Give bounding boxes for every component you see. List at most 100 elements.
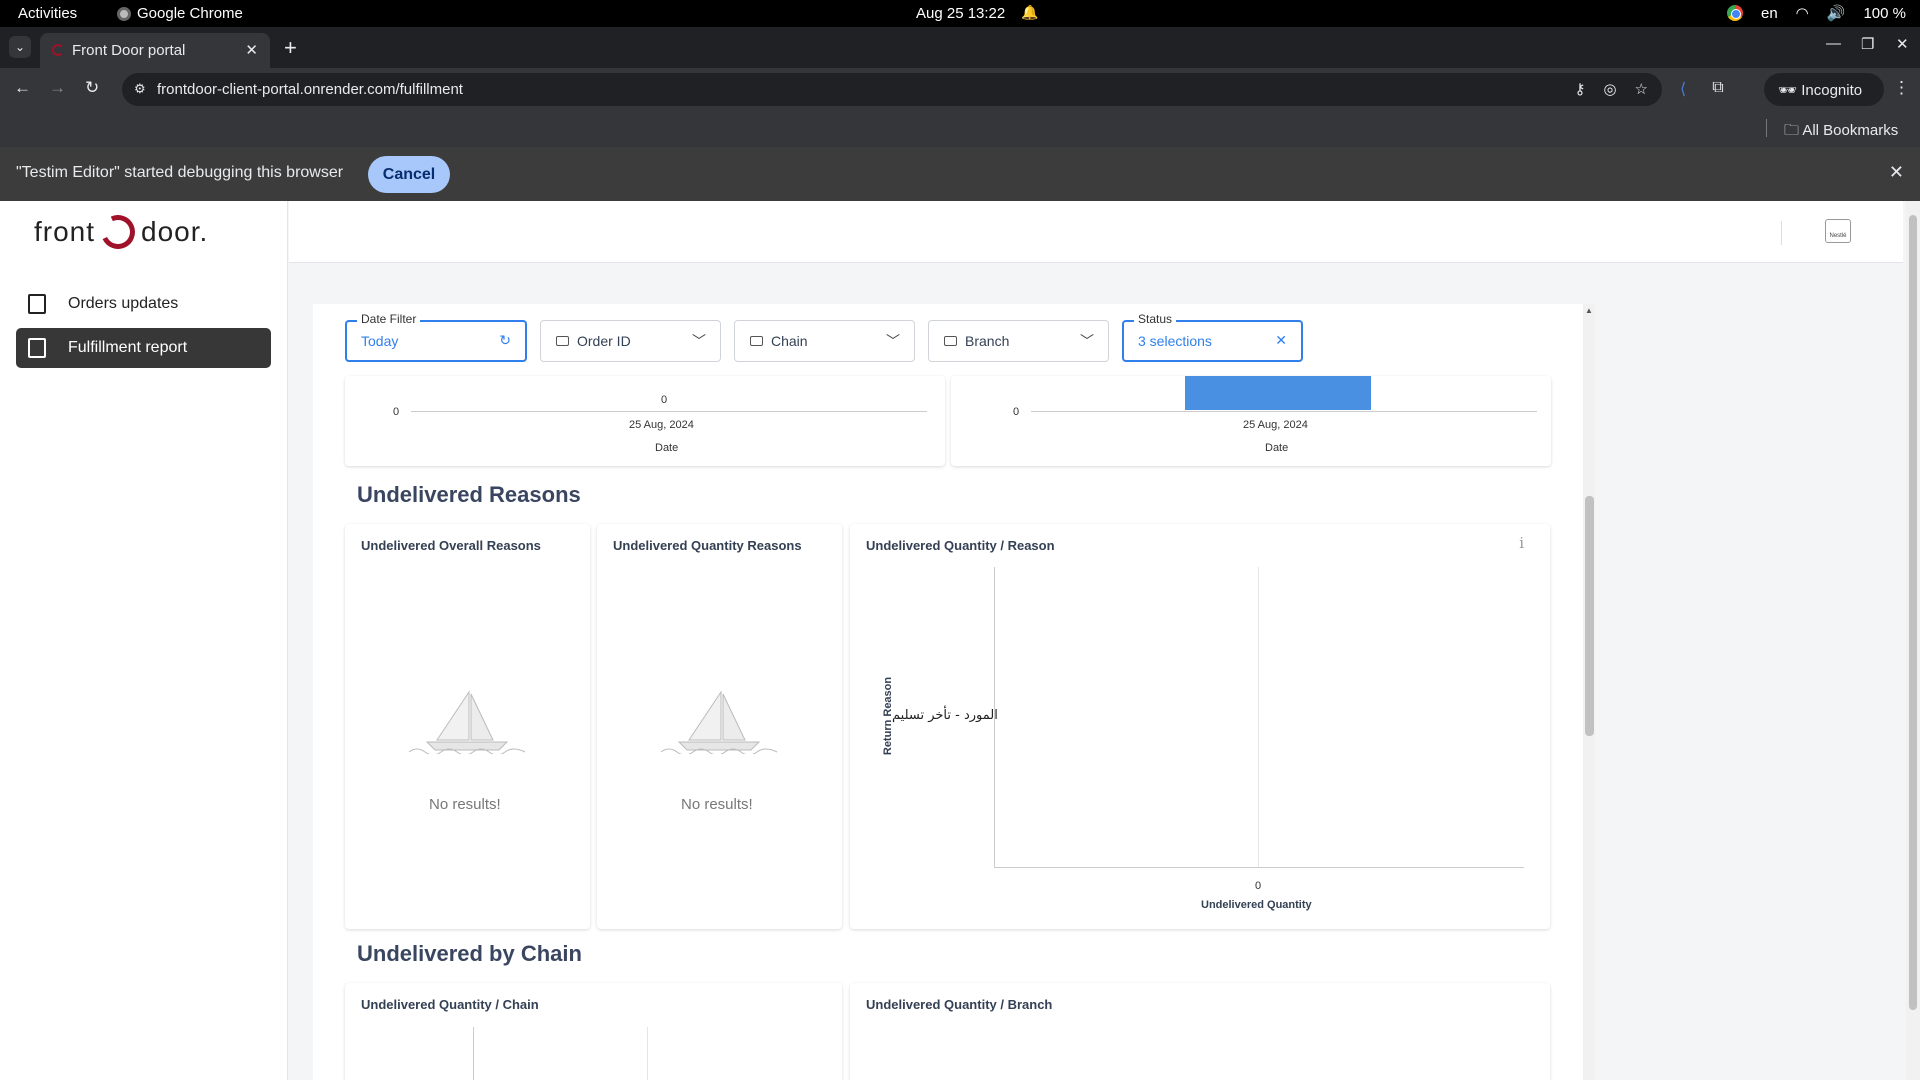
folder-icon: 🗀 bbox=[1784, 122, 1803, 139]
card-title: Undelivered Quantity / Reason bbox=[866, 538, 1055, 553]
site-info-icon[interactable]: ⚙ bbox=[134, 81, 146, 97]
data-label: 0 bbox=[661, 394, 668, 406]
x-tick: 25 Aug, 2024 bbox=[1243, 419, 1308, 431]
info-icon[interactable]: i bbox=[1519, 534, 1524, 552]
scroll-up-icon[interactable]: ▲ bbox=[1585, 306, 1593, 315]
extension-icon[interactable]: ⟨ bbox=[1680, 79, 1686, 99]
incognito-label: Incognito bbox=[1801, 82, 1863, 99]
tab-front-door[interactable]: Front Door portal ✕ bbox=[40, 33, 270, 68]
tab-strip: ⌄ Front Door portal ✕ + — ❐ ✕ bbox=[0, 27, 1920, 68]
back-icon[interactable]: ← bbox=[14, 78, 31, 98]
axis-line bbox=[411, 411, 927, 412]
system-tray[interactable]: en ◠ 🔊 100 % bbox=[1726, 4, 1906, 22]
chrome-status-icon bbox=[1726, 5, 1743, 21]
logo-mark-icon bbox=[96, 210, 140, 254]
tag-icon bbox=[556, 336, 569, 346]
sidebar: front door. Orders updates Fulfillment r… bbox=[0, 201, 288, 1080]
chart-bar[interactable] bbox=[1185, 376, 1371, 410]
card-quantity-reasons: Undelivered Quantity Reasons No results! bbox=[597, 524, 842, 929]
page-scrollbar[interactable] bbox=[1906, 201, 1920, 1080]
volume-icon: 🔊 bbox=[1826, 5, 1846, 22]
debugging-infobar: "Testim Editor" started debugging this b… bbox=[0, 147, 1920, 201]
forward-icon[interactable]: → bbox=[49, 78, 66, 98]
extensions-puzzle-icon[interactable]: ⧉ bbox=[1712, 79, 1723, 99]
bookmarks-separator bbox=[1766, 119, 1767, 137]
clock[interactable]: Aug 25 13:22 bbox=[916, 5, 1005, 22]
empty-state-text: No results! bbox=[429, 796, 501, 813]
infobar-close-icon[interactable]: ✕ bbox=[1889, 162, 1904, 183]
brand-logo-text: Nestlé bbox=[1829, 233, 1847, 239]
y-axis-line bbox=[473, 1027, 474, 1080]
front-door-logo[interactable]: front door. bbox=[34, 210, 209, 254]
address-bar[interactable]: ⚙ frontdoor-client-portal.onrender.com/f… bbox=[122, 73, 1662, 106]
x-axis-label: Date bbox=[1265, 442, 1289, 454]
sidebar-item-label: Orders updates bbox=[68, 295, 179, 312]
incognito-indicator[interactable]: 🕶 Incognito bbox=[1764, 73, 1884, 106]
clear-icon[interactable]: ✕ bbox=[1275, 332, 1287, 349]
order-id-filter[interactable]: Order ID ﹀ bbox=[540, 320, 721, 362]
sidebar-item-orders-updates[interactable]: Orders updates bbox=[16, 284, 271, 324]
card-title: Undelivered Quantity / Branch bbox=[866, 997, 1053, 1012]
chain-filter[interactable]: Chain ﹀ bbox=[734, 320, 915, 362]
date-filter[interactable]: Date Filter Today ↻ bbox=[345, 312, 527, 362]
activities-button[interactable]: Activities bbox=[18, 5, 77, 22]
empty-state-text: No results! bbox=[681, 796, 753, 813]
bookmark-star-icon[interactable]: ☆ bbox=[1635, 80, 1648, 98]
order-id-label: Order ID bbox=[577, 333, 631, 349]
wifi-icon: ◠ bbox=[1795, 5, 1809, 22]
sidebar-item-label: Fulfillment report bbox=[68, 339, 188, 356]
page-viewport: front door. Orders updates Fulfillment r… bbox=[0, 201, 1920, 1080]
y-tick: 0 bbox=[1013, 406, 1020, 418]
card-title: Undelivered Quantity Reasons bbox=[613, 538, 802, 553]
status-filter[interactable]: Status 3 selections ✕ bbox=[1122, 312, 1303, 362]
card-title: Undelivered Quantity / Chain bbox=[361, 997, 539, 1012]
bookmarks-bar: 🗀 All Bookmarks bbox=[0, 111, 1920, 147]
page-scrollbar-thumb[interactable] bbox=[1909, 215, 1917, 1010]
category-label: المورد - تأخر تسليم bbox=[892, 708, 998, 723]
chrome-menu-icon[interactable]: ⋮ bbox=[1893, 78, 1910, 98]
content-scrollbar[interactable]: ▲ bbox=[1583, 304, 1595, 1080]
card-quantity-per-chain: Undelivered Quantity / Chain bbox=[345, 983, 842, 1080]
grid-line bbox=[647, 1027, 648, 1080]
sidebar-item-fulfillment-report[interactable]: Fulfillment report bbox=[16, 328, 271, 368]
all-bookmarks-button[interactable]: 🗀 All Bookmarks bbox=[1784, 120, 1898, 145]
card-title: Undelivered Overall Reasons bbox=[361, 538, 541, 553]
empty-boat-icon bbox=[660, 690, 778, 754]
report-icon bbox=[28, 294, 46, 314]
minimize-icon[interactable]: — bbox=[1826, 35, 1841, 52]
eye-off-icon[interactable]: ◎ bbox=[1603, 80, 1616, 98]
battery-label: 100 % bbox=[1863, 4, 1906, 22]
section-title-undelivered-by-chain: Undelivered by Chain bbox=[357, 941, 582, 966]
x-tick: 25 Aug, 2024 bbox=[629, 419, 694, 431]
cancel-debug-button[interactable]: Cancel bbox=[368, 156, 450, 193]
grid-line bbox=[1258, 567, 1259, 867]
card-quantity-per-reason: Undelivered Quantity / Reason i Return R… bbox=[850, 524, 1550, 929]
maximize-icon[interactable]: ❐ bbox=[1861, 35, 1874, 53]
logo-text-right: door. bbox=[141, 216, 209, 247]
all-bookmarks-label: All Bookmarks bbox=[1802, 122, 1899, 139]
tab-title: Front Door portal bbox=[72, 42, 186, 59]
tab-close-icon[interactable]: ✕ bbox=[245, 41, 258, 59]
status-filter-label: Status bbox=[1134, 312, 1177, 326]
status-filter-value: 3 selections bbox=[1138, 333, 1212, 349]
tag-icon bbox=[944, 336, 957, 346]
clipboard-icon bbox=[28, 338, 46, 358]
date-filter-value: Today bbox=[361, 333, 399, 349]
daily-chart-left: 0 0 25 Aug, 2024 Date bbox=[345, 376, 945, 466]
client-brand-logo[interactable]: Nestlé bbox=[1825, 219, 1851, 243]
password-key-icon[interactable]: ⚷ bbox=[1574, 80, 1585, 98]
branch-filter[interactable]: Branch ﹀ bbox=[928, 320, 1109, 362]
bell-icon: 🔔 bbox=[1021, 4, 1039, 20]
reset-icon[interactable]: ↻ bbox=[499, 332, 511, 349]
logo-text-left: front bbox=[34, 216, 96, 247]
language-indicator[interactable]: en bbox=[1761, 5, 1778, 22]
date-filter-label: Date Filter bbox=[357, 312, 421, 326]
url-text[interactable]: frontdoor-client-portal.onrender.com/ful… bbox=[157, 81, 463, 98]
new-tab-button[interactable]: + bbox=[284, 35, 297, 61]
close-window-icon[interactable]: ✕ bbox=[1896, 35, 1909, 53]
tab-search-button[interactable]: ⌄ bbox=[9, 36, 31, 58]
app-menu[interactable]: Google Chrome bbox=[117, 5, 243, 22]
content-scrollbar-thumb[interactable] bbox=[1585, 496, 1594, 736]
reload-icon[interactable]: ↻ bbox=[85, 78, 99, 98]
empty-boat-icon bbox=[408, 690, 526, 754]
